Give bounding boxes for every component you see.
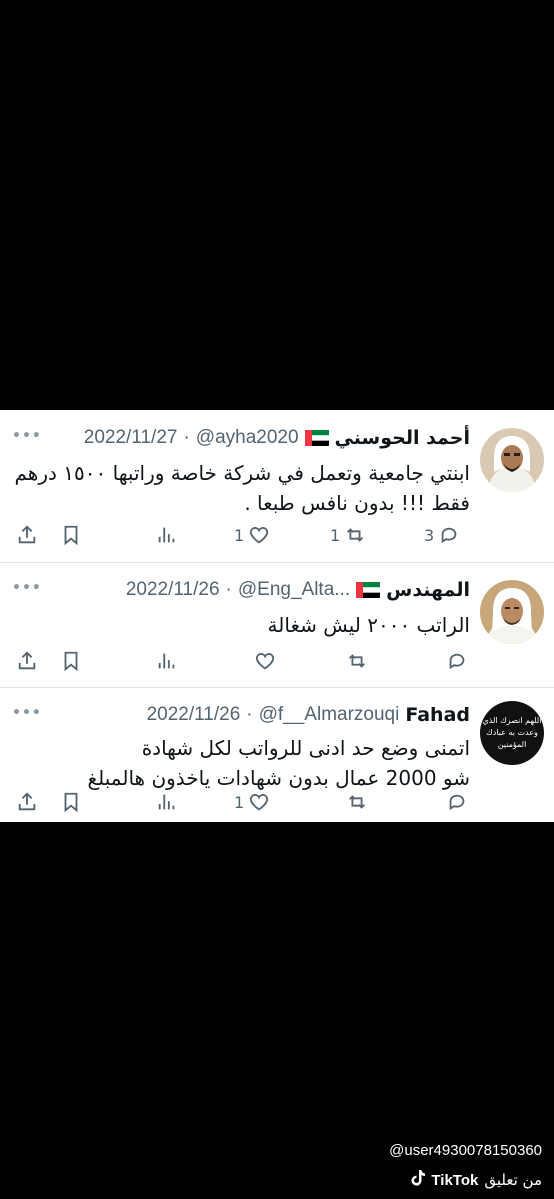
analytics-icon[interactable] — [156, 520, 178, 550]
reply-icon — [449, 653, 465, 670]
retweet-button[interactable]: 1 — [330, 520, 366, 550]
tweet-handle[interactable]: @ayha2020 — [196, 427, 299, 449]
reply-icon — [441, 527, 457, 544]
uae-flag-icon — [356, 582, 381, 598]
tweet-handle[interactable]: @Eng_Alta... — [238, 579, 350, 601]
tweet-text-line: الراتب ٢٠٠٠ ليش شغالة — [267, 613, 470, 637]
reply-count: 3 — [424, 525, 435, 545]
tweet-date: 2022/11/27 — [83, 427, 178, 448]
tweet-text: الراتب ٢٠٠٠ ليش شغالة — [10, 610, 470, 640]
tweet-3[interactable]: اللهم انصرك الذي وعدت به عبادك المؤمنين … — [0, 687, 554, 822]
tweet-actions — [0, 646, 554, 676]
tiktok-username: @user4930078150360 — [389, 1142, 542, 1159]
tweet-2[interactable]: ••• 2022/11/26 · @Eng_Alta... المهندس ال… — [0, 562, 554, 687]
retweet-button[interactable] — [342, 787, 368, 817]
tweet-text-line: فقط !!! بدون نافس طبعا . — [244, 491, 470, 515]
share-icon[interactable] — [16, 646, 38, 676]
bookmark-icon[interactable] — [60, 646, 82, 676]
uae-flag-icon — [304, 430, 329, 446]
tweet-header: 2022/11/26 · @Eng_Alta... المهندس — [125, 579, 470, 601]
comment-from-label: من تعليق — [484, 1171, 542, 1189]
tweet-header: 2022/11/27 · @ayha2020 أحمد الحوسني — [83, 427, 470, 449]
bookmark-icon[interactable] — [60, 520, 82, 550]
retweet-icon — [349, 795, 365, 809]
reply-icon — [449, 794, 465, 811]
tweet-text-line: اتمنى وضع حد ادنى للرواتب لكل شهادة — [141, 736, 470, 760]
tweet-actions: 1 1 3 — [0, 520, 554, 550]
tiktok-watermark: TikTok من تعليق — [411, 1170, 542, 1190]
share-icon[interactable] — [16, 520, 38, 550]
retweet-count: 1 — [330, 525, 341, 545]
avatar-ahmed[interactable] — [480, 428, 544, 492]
like-icon — [255, 653, 275, 670]
tweet-text: اتمنى وضع حد ادنى للرواتب لكل شهادة شو 2… — [10, 733, 470, 793]
reply-button[interactable]: 3 — [424, 520, 460, 550]
bookmark-icon[interactable] — [60, 787, 82, 817]
reply-button[interactable] — [442, 787, 468, 817]
tweet-actions: 1 — [0, 787, 554, 817]
avatar-text: اللهم انصرك الذي وعدت به عبادك المؤمنين — [482, 716, 542, 749]
tweet-author-name[interactable]: المهندس — [386, 579, 470, 601]
tweet-text-line: ابنتي جامعية وتعمل في شركة خاصة وراتبها … — [14, 461, 471, 485]
tweet-date: 2022/11/26 — [125, 579, 220, 600]
tweet-1[interactable]: ••• 2022/11/27 · @ayha2020 أحمد الحوسني … — [0, 410, 554, 562]
avatar-fahad[interactable]: اللهم انصرك الذي وعدت به عبادك المؤمنين — [480, 701, 544, 765]
tweet-date: 2022/11/26 — [146, 704, 241, 725]
reply-button[interactable] — [442, 646, 468, 676]
like-button[interactable] — [250, 646, 276, 676]
retweet-icon — [349, 654, 365, 668]
tweet-screenshot-card: ••• 2022/11/27 · @ayha2020 أحمد الحوسني … — [0, 410, 554, 822]
share-icon[interactable] — [16, 787, 38, 817]
like-button[interactable]: 1 — [234, 520, 270, 550]
avatar-engineer[interactable] — [480, 580, 544, 644]
like-button[interactable]: 1 — [234, 787, 270, 817]
tweet-author-name[interactable]: أحمد الحوسني — [335, 427, 470, 449]
tiktok-brand: TikTok — [431, 1171, 479, 1189]
more-icon[interactable]: ••• — [12, 705, 42, 721]
more-icon[interactable]: ••• — [12, 428, 42, 444]
like-icon — [250, 794, 269, 811]
like-count: 1 — [234, 525, 245, 545]
tweet-text: ابنتي جامعية وتعمل في شركة خاصة وراتبها … — [10, 458, 471, 518]
tweet-author-name[interactable]: Fahad — [405, 704, 470, 726]
tiktok-logo-icon — [411, 1170, 426, 1190]
retweet-button[interactable] — [342, 646, 368, 676]
more-icon[interactable]: ••• — [12, 580, 42, 596]
tweet-header: 2022/11/26 · @f__Almarzouqi Fahad — [146, 704, 470, 726]
retweet-icon — [347, 528, 364, 542]
tweet-handle[interactable]: @f__Almarzouqi — [259, 704, 400, 726]
like-count: 1 — [234, 792, 245, 812]
like-icon — [250, 527, 269, 544]
analytics-icon[interactable] — [156, 787, 178, 817]
analytics-icon[interactable] — [156, 646, 178, 676]
